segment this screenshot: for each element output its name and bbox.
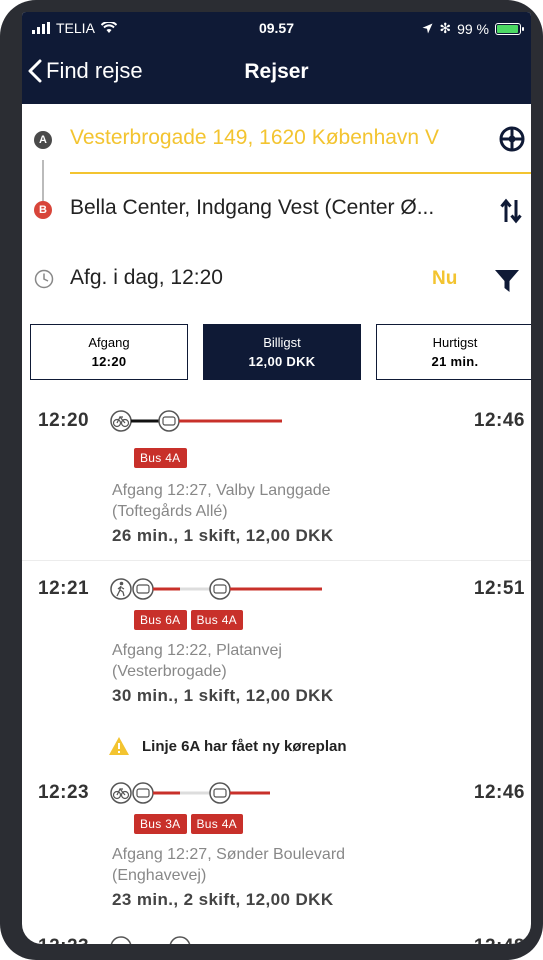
filter-funnel-icon [495, 270, 519, 292]
route-line [110, 578, 330, 600]
pin-b-icon: B [34, 201, 52, 219]
departure-stop-detail: (Enghavevej) [112, 867, 207, 884]
arrival-time: 12:51 [473, 578, 525, 599]
walk-icon [110, 578, 132, 600]
warning-icon [109, 737, 129, 755]
line-badge: Bus 4A [190, 814, 243, 834]
route-line [110, 410, 290, 432]
tab-afgang[interactable]: Afgang 12:20 [30, 324, 188, 380]
active-field-underline [70, 172, 531, 174]
line-badges: Bus 4A [134, 448, 187, 468]
location-arrow-icon [422, 23, 433, 34]
notice-banner[interactable]: Linje 6A har fået ny køreplan [108, 736, 347, 756]
time-field[interactable]: Afg. i dag, 12:20 [70, 266, 223, 290]
sort-tabs: Afgang 12:20 Billigst 12,00 DKK Hurtigst… [30, 324, 531, 380]
tab-hurtigst[interactable]: Hurtigst 21 min. [376, 324, 531, 380]
swap-arrows-icon [500, 198, 522, 224]
pin-a-icon: A [34, 131, 52, 149]
bike-icon [110, 410, 132, 432]
line-badge: Bus 4A [190, 610, 243, 630]
nav-row: Find rejse Rejser [22, 50, 531, 94]
departure-stop: Afgang 12:22, Platanvej [112, 642, 282, 659]
arrival-time: 12:46 [473, 410, 525, 431]
screen: TELIA 09.57 ✻ 99 % Find rejse Rejser A V… [22, 12, 531, 944]
time-row[interactable]: Afg. i dag, 12:20 Nu [22, 256, 531, 300]
line-badge: Bus 4A [134, 448, 187, 468]
trip-row[interactable]: 12:20 12:46 Bus 4A Afgang 12:27, Valby L… [22, 404, 531, 550]
tab-value: 12,00 DKK [248, 354, 316, 369]
bus-icon [209, 782, 231, 804]
now-button[interactable]: Nu [432, 268, 457, 290]
filter-button[interactable] [494, 268, 520, 299]
departure-time: 12:23 [38, 936, 89, 944]
departure-stop-detail: (Vesterbrogade) [112, 663, 227, 680]
battery-percent: 99 % [457, 20, 489, 37]
status-right: ✻ 99 % [422, 20, 524, 37]
trip-row[interactable]: 12:23 12:46 Bus 3A Bus 4A Afgang 12:27, … [22, 776, 531, 922]
to-field[interactable]: Bella Center, Indgang Vest (Center Ø... [70, 196, 470, 220]
trip-row[interactable]: 12:23 12:48 [22, 930, 531, 944]
battery-icon [495, 22, 524, 35]
tab-label: Hurtigst [432, 335, 478, 350]
bike-icon [110, 782, 132, 804]
tab-label: Billigst [263, 335, 301, 350]
line-badge: Bus 6A [134, 610, 187, 630]
route-line [110, 936, 310, 944]
bus-icon [132, 782, 154, 804]
tab-label: Afgang [88, 335, 130, 350]
clock-icon [34, 269, 54, 289]
trip-summary: 26 min., 1 skift, 12,00 DKK [112, 526, 334, 545]
notice-text: Linje 6A har fået ny køreplan [142, 737, 347, 755]
tab-value: 21 min. [431, 354, 479, 369]
tab-value: 12:20 [91, 354, 127, 369]
divider [22, 560, 531, 561]
phone-frame: TELIA 09.57 ✻ 99 % Find rejse Rejser A V… [0, 0, 543, 960]
departure-stop: Afgang 12:27, Sønder Boulevard [112, 846, 346, 863]
departure-stop: Afgang 12:27, Valby Langgade [112, 482, 331, 499]
line-badges: Bus 3A Bus 4A [134, 814, 243, 834]
bus-icon [132, 578, 154, 600]
bus-icon [158, 410, 180, 432]
trip-summary: 23 min., 2 skift, 12,00 DKK [112, 890, 334, 909]
departure-time: 12:21 [38, 578, 90, 599]
locate-button[interactable] [498, 125, 526, 158]
bluetooth-icon: ✻ [439, 20, 452, 36]
arrival-time: 12:46 [473, 782, 525, 803]
route-line [110, 782, 310, 804]
bike-icon [110, 936, 132, 944]
line-badge: Bus 3A [134, 814, 187, 834]
from-row[interactable]: A Vesterbrogade 149, 1620 København V [22, 116, 531, 164]
trip-row[interactable]: 12:21 12:51 Bus 6A Bus 4A Afgang 12:22, … [22, 572, 531, 718]
train-icon [169, 936, 191, 944]
tab-billigst[interactable]: Billigst 12,00 DKK [203, 324, 361, 380]
line-badges: Bus 6A Bus 4A [134, 610, 243, 630]
top-bar: TELIA 09.57 ✻ 99 % Find rejse Rejser [22, 12, 531, 104]
crosshair-icon [499, 126, 525, 152]
from-field[interactable]: Vesterbrogade 149, 1620 København V [70, 126, 482, 150]
bus-icon [209, 578, 231, 600]
page-title: Rejser [244, 60, 309, 83]
trip-summary: 30 min., 1 skift, 12,00 DKK [112, 686, 334, 705]
departure-time: 12:23 [38, 782, 90, 803]
swap-button[interactable] [500, 198, 522, 229]
arrival-time: 12:48 [474, 936, 525, 944]
to-row[interactable]: B Bella Center, Indgang Vest (Center Ø..… [22, 186, 531, 234]
departure-stop-detail: (Toftegårds Allé) [112, 503, 228, 520]
status-bar: TELIA 09.57 ✻ 99 % [22, 18, 531, 40]
departure-time: 12:20 [38, 410, 90, 431]
